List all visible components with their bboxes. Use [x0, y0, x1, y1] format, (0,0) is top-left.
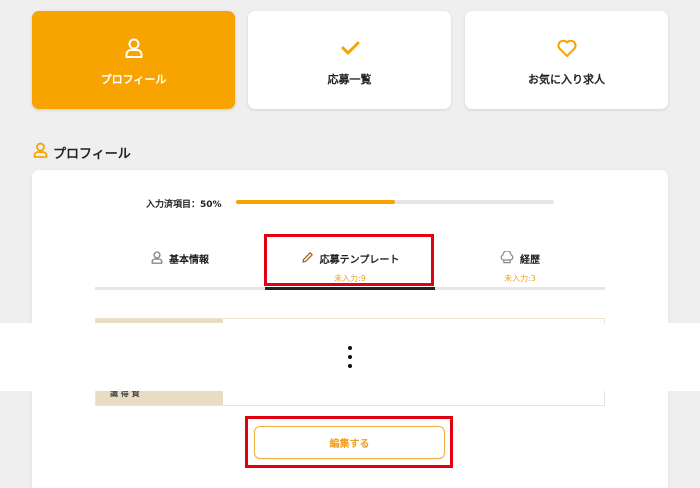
tab-unfilled-count: 未入力:9: [334, 274, 366, 283]
progress-bar: [236, 200, 554, 204]
tab-active-indicator: [265, 287, 435, 290]
progress-label: 入力済項目：50%: [146, 200, 222, 210]
nav-card-profile[interactable]: プロフィール: [32, 11, 235, 109]
ellipsis-dot: [348, 364, 352, 368]
progress-fill: [236, 200, 395, 204]
nav-card-label: お気に入り求人: [528, 73, 605, 86]
edit-button-label: 編集する: [329, 439, 370, 450]
tab-application-template[interactable]: 応募テンプレート 未入力:9: [265, 240, 435, 290]
nav-card-applications[interactable]: 応募一覧: [248, 11, 451, 109]
nav-card-favorites[interactable]: お気に入り求人: [465, 11, 668, 109]
chef-hat-icon: [500, 249, 514, 268]
tab-label: 応募テンプレート: [319, 255, 400, 266]
omitted-content-indicator: [0, 323, 700, 391]
tab-basic-info[interactable]: 基本情報: [95, 240, 265, 290]
user-icon: [151, 249, 163, 268]
check-icon: [339, 37, 361, 59]
section-title-label: プロフィール: [53, 146, 131, 162]
pencil-icon: [301, 249, 314, 268]
tab-label: 基本情報: [169, 255, 209, 266]
heart-icon: [556, 37, 578, 59]
nav-card-label: 応募一覧: [327, 73, 372, 86]
user-icon: [33, 142, 48, 162]
tab-unfilled-count: 未入力:3: [504, 274, 536, 283]
ellipsis-dot: [348, 346, 352, 350]
section-title: プロフィール: [33, 142, 131, 162]
edit-button[interactable]: 編集する: [254, 426, 445, 459]
nav-card-label: プロフィール: [100, 73, 167, 86]
ellipsis-dot: [348, 355, 352, 359]
tab-label: 経歴: [520, 255, 540, 266]
tab-career[interactable]: 経歴 未入力:3: [435, 240, 605, 290]
user-icon: [123, 37, 145, 59]
